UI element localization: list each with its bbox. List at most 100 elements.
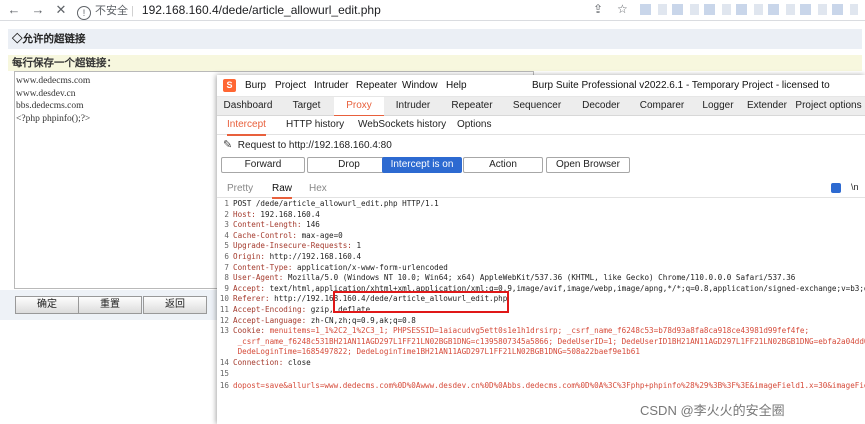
request-line: 2 Host: 192.168.160.4	[217, 209, 320, 221]
header-value: application/x-www-form-urlencoded	[292, 262, 448, 272]
intercept-toggle-button[interactable]: Intercept is on	[382, 157, 462, 173]
drop-button[interactable]: Drop	[307, 157, 391, 173]
header-value: max-age=0	[297, 230, 343, 240]
header-key: Accept-Language:	[233, 315, 307, 325]
list-icon[interactable]	[831, 183, 841, 193]
menu-window[interactable]: Window	[402, 75, 438, 96]
header-key: Host:	[233, 209, 256, 219]
action-button[interactable]: Action	[463, 157, 543, 173]
header-value: close	[283, 358, 311, 367]
tab-pretty[interactable]: Pretty	[227, 181, 253, 197]
line-number: 1	[224, 199, 229, 208]
newline-toggle[interactable]: \n	[851, 182, 859, 192]
header-value: 1	[351, 241, 362, 251]
request-line: 15	[217, 369, 233, 380]
share-icon[interactable]: ⇪	[593, 2, 603, 16]
line-number: 7	[224, 262, 229, 272]
sub-label: 每行保存一个超链接：	[8, 55, 862, 71]
tab-intruder[interactable]: Intruder	[384, 97, 442, 115]
tab-sequencer[interactable]: Sequencer	[502, 97, 572, 115]
request-line: 3 Content-Length: 146	[217, 220, 320, 231]
header-key: Content-Length:	[233, 220, 302, 230]
menu-project[interactable]: Project	[275, 75, 306, 96]
request-line: 4 Cache-Control: max-age=0	[217, 230, 343, 242]
header-key: Origin:	[233, 252, 266, 261]
back-icon[interactable]: ←	[6, 2, 22, 18]
address-bar[interactable]: ! 不安全 | 192.168.160.4/dede/article_allowur…	[77, 0, 647, 20]
tab-logger[interactable]: Logger	[694, 97, 742, 115]
menu-intruder[interactable]: Intruder	[314, 75, 348, 96]
header-key: Accept-Encoding:	[233, 305, 307, 314]
header-value: 146	[301, 220, 320, 230]
request-line: 13 Cookie: menuitems=1_1%2C2_1%2C3_1; PHP…	[217, 326, 809, 337]
tab-options[interactable]: Options	[457, 116, 491, 134]
tab-dashboard[interactable]: Dashboard	[217, 97, 279, 115]
message-view-tabs: Pretty Raw Hex \n	[217, 181, 865, 199]
request-line: 14 Connection: close	[217, 358, 311, 369]
info-icon: !	[77, 6, 91, 20]
request-line: 6 Origin: http://192.168.160.4	[217, 252, 361, 263]
tab-comparer[interactable]: Comparer	[630, 97, 694, 115]
tab-intercept[interactable]: Intercept	[227, 116, 266, 136]
tab-repeater[interactable]: Repeater	[442, 97, 502, 115]
header-value: 192.168.160.4	[255, 209, 320, 219]
cookie-value: menuitems=1_1%2C2_1%2C3_1; PHPSESSID=1ai…	[265, 326, 810, 336]
menu-burp[interactable]: Burp	[245, 75, 266, 96]
back-button[interactable]: 返回	[143, 296, 207, 314]
request-to-label: Request to http://192.168.160.4:80	[237, 140, 392, 151]
header-key: Connection:	[233, 358, 284, 367]
forward-button[interactable]: Forward	[221, 157, 305, 173]
forward-icon[interactable]: →	[30, 2, 46, 18]
burp-window: S Burp Project Intruder Repeater Window …	[217, 75, 865, 424]
tab-websockets-history[interactable]: WebSockets history	[358, 116, 446, 134]
reset-button[interactable]: 重置	[78, 296, 142, 314]
request-line: 1 POST /dede/article_allowurl_edit.php HT…	[217, 199, 438, 210]
pencil-icon[interactable]: ✎	[223, 138, 235, 152]
tab-raw[interactable]: Raw	[272, 181, 293, 199]
browser-toolbar: ← → ✕ ! 不安全 | 192.168.160.4/dede/article_a…	[0, 0, 865, 21]
tab-decoder[interactable]: Decoder	[572, 97, 630, 115]
line-number: 16	[219, 381, 229, 390]
header-key: Content-Type:	[233, 262, 293, 272]
tab-project-options[interactable]: Project options	[792, 97, 865, 115]
header-key: Upgrade-Insecure-Requests:	[233, 241, 352, 251]
tab-http-history[interactable]: HTTP history	[286, 116, 344, 134]
header-key: User-Agent:	[233, 273, 284, 283]
line-number: 13	[219, 326, 229, 336]
request-line: 9 Accept: text/html,application/xhtml+xml…	[217, 284, 865, 295]
line-number: 8	[224, 273, 229, 283]
request-body: dopost=save&allurls=www.dedecms.com%0D%0…	[233, 381, 865, 390]
burp-logo-icon: S	[223, 79, 236, 92]
ok-button[interactable]: 确定	[15, 296, 79, 314]
line-number: 9	[224, 283, 229, 293]
header-key: Accept:	[233, 283, 266, 293]
close-icon[interactable]: ✕	[53, 2, 69, 18]
tab-hex[interactable]: Hex	[309, 181, 327, 197]
request-line: _csrf_name_f6248c531BH21AN11AGD297L1FF21…	[217, 337, 865, 348]
request-line: 5 Upgrade-Insecure-Requests: 1	[217, 241, 361, 252]
request-body-line: 16 dopost=save&allurls=www.dedecms.com%0D…	[217, 381, 865, 392]
request-target: ✎ Request to http://192.168.160.4:80	[223, 138, 392, 152]
burp-titlebar: S Burp Project Intruder Repeater Window …	[217, 75, 865, 112]
menu-help[interactable]: Help	[446, 75, 467, 96]
open-browser-button[interactable]: Open Browser	[546, 157, 630, 173]
header-value: Mozilla/5.0 (Windows NT 10.0; Win64; x64…	[283, 273, 796, 283]
header-key: Cookie:	[233, 326, 266, 336]
line-number: 4	[224, 230, 229, 240]
tab-proxy[interactable]: Proxy	[334, 97, 384, 117]
cookie-value: DedeLoginTime=1685497822; DedeLoginTime1…	[233, 347, 640, 357]
url-text[interactable]: 192.168.160.4/dede/article_allowurl_edit…	[142, 3, 381, 17]
line-number: 2	[224, 209, 229, 219]
line-number: 6	[224, 252, 229, 261]
tab-extender[interactable]: Extender	[742, 97, 792, 115]
request-editor[interactable]: 1 POST /dede/article_allowurl_edit.php HT…	[217, 199, 865, 424]
star-icon[interactable]: ☆	[617, 2, 628, 16]
line-number: 14	[219, 358, 229, 367]
tab-target[interactable]: Target	[279, 97, 334, 115]
proxy-subtabs: Intercept HTTP history WebSockets histor…	[217, 116, 865, 136]
header-key: Referer:	[233, 294, 270, 304]
menu-repeater[interactable]: Repeater	[356, 75, 397, 96]
burp-window-title: Burp Suite Professional v2022.6.1 - Temp…	[532, 80, 830, 112]
request-line: 12 Accept-Language: zh-CN,zh;q=0.9,ak;q=0…	[217, 316, 416, 327]
blurred-extensions	[640, 4, 858, 15]
